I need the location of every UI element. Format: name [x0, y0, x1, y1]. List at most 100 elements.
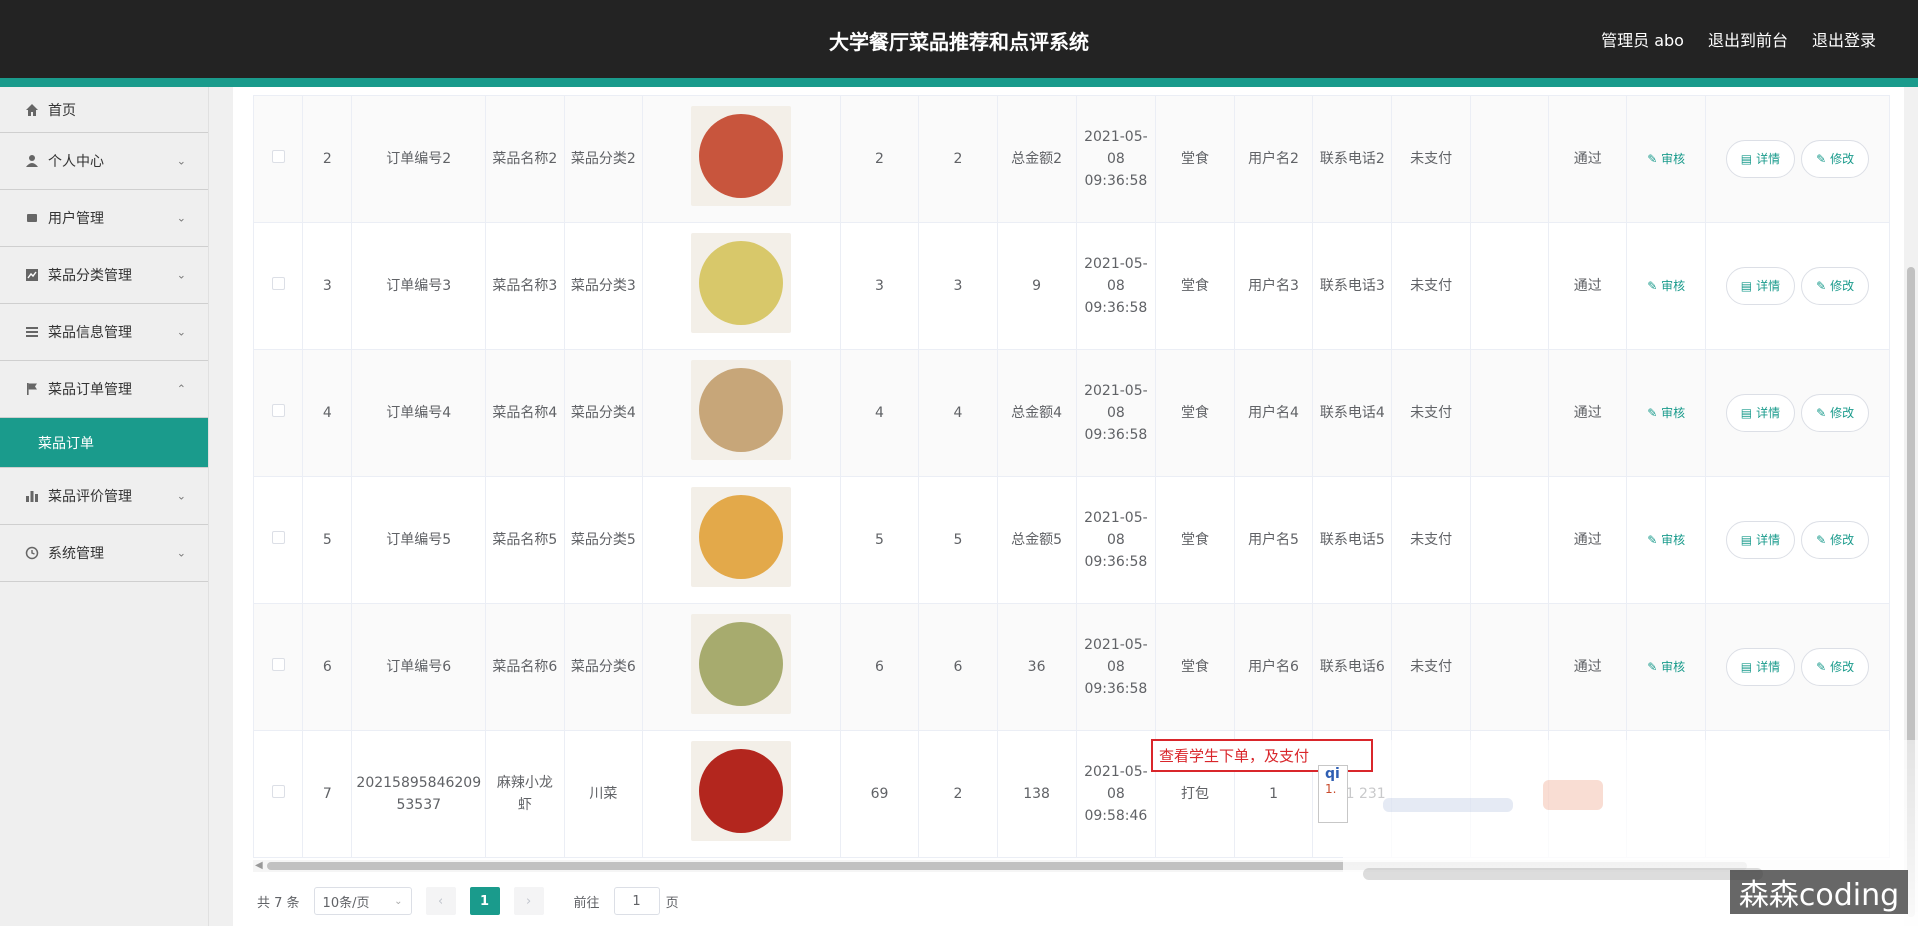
cell-index: 2 [302, 95, 353, 223]
tooltip-text-bottom: 1. [1325, 782, 1337, 796]
sidebar-item-dish-orders[interactable]: 菜品订单管理 ⌃ [0, 361, 208, 418]
detail-button[interactable]: ▤ 详情 [1725, 140, 1796, 178]
row-checkbox[interactable] [271, 277, 285, 290]
audit-label: 审核 [1661, 152, 1686, 166]
chevron-down-icon: ⌄ [176, 546, 186, 560]
audit-button[interactable]: ✎ 审核 [1647, 533, 1685, 547]
sidebar-item-dish-category[interactable]: 菜品分类管理 ⌄ [0, 247, 208, 304]
row-checkbox-cell[interactable] [253, 95, 304, 223]
chevron-down-icon: ⌄ [176, 154, 186, 168]
dish-image [691, 740, 792, 841]
sidebar-item-label: 菜品分类管理 [48, 268, 132, 284]
edit-label: 修改 [1830, 533, 1855, 547]
cell-empty [1469, 476, 1549, 604]
clock-icon [24, 545, 40, 561]
sidebar-item-label: 菜品评价管理 [48, 489, 132, 505]
cell-pay-status: 未支付 [1391, 95, 1471, 223]
cell-order-no: 20215895846209 53537 [351, 730, 487, 858]
edit-label: 修改 [1830, 279, 1855, 293]
audit-button[interactable]: ✎ 审核 [1647, 279, 1685, 293]
tooltip-text-top: qi [1325, 766, 1340, 782]
edit-button[interactable]: ✎ 修改 [1801, 648, 1870, 686]
edit-button[interactable]: ✎ 修改 [1801, 267, 1870, 305]
row-checkbox-cell[interactable] [253, 222, 304, 350]
document-icon: ▤ [1740, 660, 1753, 674]
edit-button[interactable]: ✎ 修改 [1801, 140, 1870, 178]
cell-order-time: 2021-05-08 09:36:58 [1075, 476, 1157, 604]
edit-button[interactable]: ✎ 修改 [1801, 521, 1870, 559]
audit-button[interactable]: ✎ 审核 [1647, 406, 1685, 420]
cell-quantity: 6 [918, 603, 998, 731]
cell-review-status: 通过 [1547, 222, 1628, 350]
row-checkbox-cell[interactable] [253, 603, 304, 731]
detail-button[interactable]: ▤ 详情 [1725, 521, 1796, 559]
row-checkbox-cell[interactable] [253, 349, 304, 477]
cell-username: 用户名2 [1233, 95, 1314, 223]
audit-button[interactable]: ✎ 审核 [1647, 660, 1685, 674]
cell-price: 5 [839, 476, 920, 604]
goto-page-input[interactable]: 1 [613, 887, 660, 915]
cell-actions: ▤ 详情 ✎ 修改 [1704, 476, 1890, 604]
cell-order-type: 堂食 [1155, 95, 1235, 223]
document-icon: ▤ [1740, 152, 1753, 166]
sidebar-item-label: 菜品订单管理 [48, 382, 132, 398]
sidebar-item-dish-review[interactable]: 菜品评价管理 ⌄ [0, 468, 208, 525]
cell-dish-name: 菜品名称6 [485, 603, 565, 731]
cell-order-type: 堂食 [1155, 603, 1235, 731]
cell-order-no: 订单编号6 [351, 603, 487, 731]
row-checkbox-cell[interactable] [253, 730, 304, 858]
audit-button[interactable]: ✎ 审核 [1647, 152, 1685, 166]
scroll-left-icon[interactable]: ◀ [255, 860, 263, 871]
cell-order-time: 2021-05-08 09:36:58 [1075, 222, 1157, 350]
edit-icon: ✎ [1816, 660, 1827, 674]
detail-button[interactable]: ▤ 详情 [1725, 394, 1796, 432]
cell-dish-image [642, 222, 841, 350]
cell-pay-status: 未支付 [1391, 476, 1471, 604]
tooltip-fragment: qi 1. [1318, 765, 1348, 823]
sidebar-item-dish-info[interactable]: 菜品信息管理 ⌄ [0, 304, 208, 361]
sidebar-item-home[interactable]: 首页 [0, 87, 208, 133]
sidebar-item-profile[interactable]: 个人中心 ⌄ [0, 133, 208, 190]
cell-dish-name: 菜品名称2 [485, 95, 565, 223]
cell-order-no: 订单编号5 [351, 476, 487, 604]
bar-chart-icon [24, 488, 40, 504]
cell-order-time: 2021-05-08 09:36:58 [1075, 95, 1157, 223]
cell-dish-category: 菜品分类3 [563, 222, 644, 350]
row-checkbox[interactable] [271, 150, 285, 163]
cell-audit: ✎ 审核 [1626, 349, 1706, 477]
dish-image [691, 613, 792, 714]
cell-order-type: 堂食 [1155, 476, 1235, 604]
row-checkbox[interactable] [271, 658, 285, 671]
admin-label[interactable]: 管理员 abo [1601, 27, 1684, 51]
user-group-icon [24, 210, 40, 226]
cell-price: 3 [839, 222, 920, 350]
row-checkbox[interactable] [271, 785, 285, 798]
table-row: 3 订单编号3 菜品名称3 菜品分类3 3 3 9 2021-05-08 09:36:58 堂食… [253, 222, 1890, 350]
cell-quantity: 2 [918, 95, 998, 223]
cell-actions: ▤ 详情 ✎ 修改 [1704, 349, 1890, 477]
detail-button[interactable]: ▤ 详情 [1725, 267, 1796, 305]
to-front-link[interactable]: 退出到前台 [1708, 27, 1788, 51]
cell-total: 总金额4 [996, 349, 1077, 477]
page-size-select[interactable]: 10条/页 ⌄ [313, 887, 412, 915]
sidebar-item-system[interactable]: 系统管理 ⌄ [0, 525, 208, 582]
edit-icon: ✎ [1816, 152, 1827, 166]
logout-link[interactable]: 退出登录 [1812, 27, 1876, 51]
row-checkbox[interactable] [271, 531, 285, 544]
row-checkbox[interactable] [271, 404, 285, 417]
cell-dish-image [642, 603, 841, 731]
cell-order-time: 2021-05-08 09:36:58 [1075, 349, 1157, 477]
next-page-button[interactable]: › [513, 887, 544, 915]
cell-dish-image [642, 95, 841, 223]
row-checkbox-cell[interactable] [253, 476, 304, 604]
total-count: 共 7 条 [257, 895, 300, 911]
prev-page-button[interactable]: ‹ [425, 887, 456, 915]
dish-image [691, 105, 792, 206]
edit-label: 修改 [1830, 152, 1855, 166]
sidebar-item-users[interactable]: 用户管理 ⌄ [0, 190, 208, 247]
edit-button[interactable]: ✎ 修改 [1801, 394, 1870, 432]
detail-button[interactable]: ▤ 详情 [1725, 648, 1796, 686]
sidebar-item-label: 用户管理 [48, 211, 104, 227]
sidebar-subitem-dish-order[interactable]: 菜品订单 [0, 418, 208, 468]
page-number-current[interactable]: 1 [469, 887, 500, 915]
